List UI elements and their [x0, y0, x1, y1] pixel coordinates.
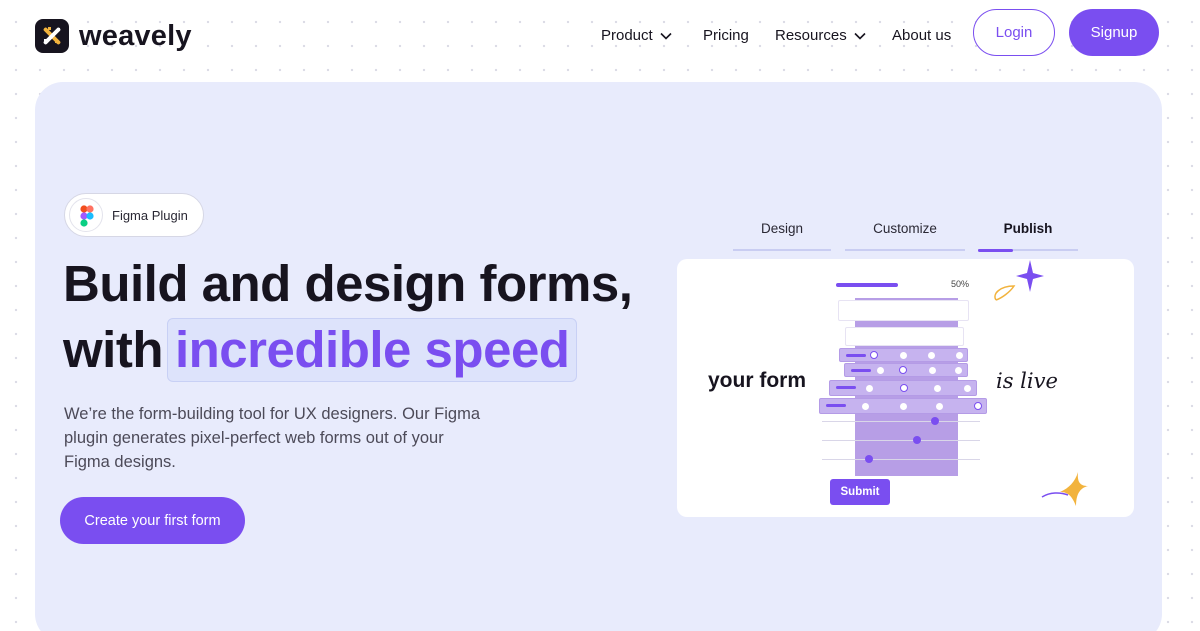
chevron-down-icon	[854, 32, 866, 40]
create-first-form-button[interactable]: Create your first form	[60, 497, 245, 544]
illustration-text-left: your form	[708, 369, 807, 392]
slider-thumb-graphic	[913, 436, 921, 444]
nav-item-label: About us	[892, 27, 952, 44]
login-button[interactable]: Login	[973, 9, 1055, 56]
tab-underline	[845, 249, 965, 251]
slider-thumb-graphic	[865, 455, 873, 463]
form-field-graphic	[838, 300, 969, 321]
progress-label: 50%	[951, 279, 970, 289]
hero-title-prefix: with	[63, 321, 163, 378]
top-navigation: weavely Product Pricing Resources About …	[0, 0, 1200, 70]
submit-button-graphic: Submit	[830, 479, 890, 505]
hero-description: We’re the form-building tool for UX desi…	[64, 405, 481, 471]
nav-item-about-us[interactable]: About us	[892, 27, 951, 44]
progress-bar	[836, 283, 898, 287]
tab-publish[interactable]: Publish	[978, 221, 1078, 236]
hero-title-highlight: incredible speed	[166, 318, 578, 382]
figma-icon	[69, 198, 103, 232]
chevron-down-icon	[660, 32, 672, 40]
radio-row-graphic	[839, 348, 968, 362]
illustration-text-right: is live	[996, 369, 1058, 393]
nav-item-label: Pricing	[703, 27, 749, 44]
tab-active-indicator	[978, 249, 1013, 252]
hero-title-line-1: Build and design forms,	[63, 255, 633, 312]
figma-plugin-badge[interactable]: Figma Plugin	[64, 193, 204, 237]
tab-customize[interactable]: Customize	[845, 221, 965, 236]
badge-label: Figma Plugin	[112, 207, 188, 223]
sparkle-orange-icon	[1041, 472, 1088, 506]
nav-item-label: Resources	[775, 27, 847, 44]
nav-item-resources[interactable]: Resources	[775, 27, 866, 44]
form-field-graphic	[845, 327, 964, 346]
tab-underline	[733, 249, 831, 251]
nav-item-pricing[interactable]: Pricing	[703, 27, 749, 44]
radio-row-graphic	[844, 363, 968, 377]
weavely-logo-icon	[35, 19, 69, 53]
nav-item-product[interactable]: Product	[601, 27, 672, 44]
signup-button[interactable]: Signup	[1069, 9, 1159, 56]
hero-title-line-2: with incredible speed	[63, 318, 578, 382]
logo[interactable]: weavely	[35, 19, 192, 53]
slider-track-graphic	[822, 459, 980, 460]
radio-row-graphic	[819, 398, 987, 414]
nav-item-label: Product	[601, 27, 653, 44]
radio-row-graphic	[829, 380, 977, 396]
tab-design[interactable]: Design	[733, 221, 831, 236]
slider-track-graphic	[822, 440, 980, 441]
brand-name: weavely	[79, 19, 192, 52]
slider-track-graphic	[822, 421, 980, 422]
sparkle-purple-icon	[994, 260, 1044, 301]
slider-thumb-graphic	[931, 417, 939, 425]
